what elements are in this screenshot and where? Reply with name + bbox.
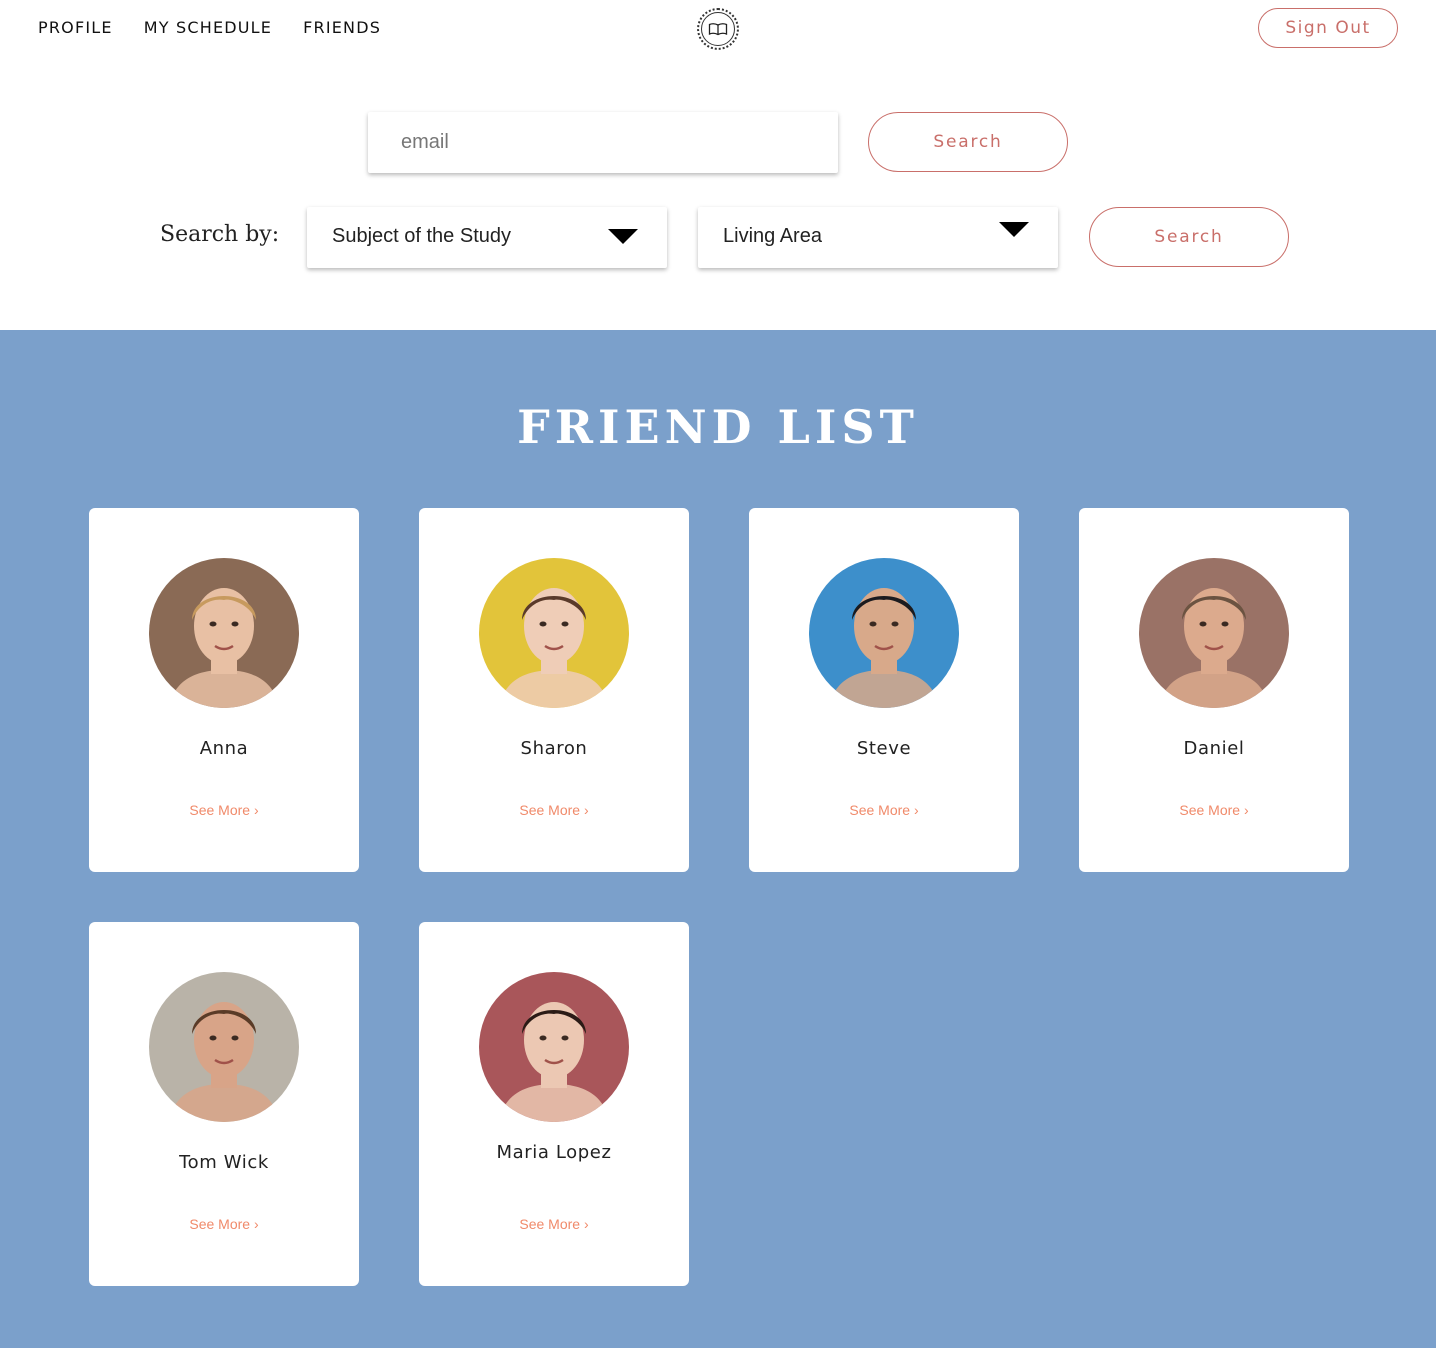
sign-out-button[interactable]: Sign Out (1258, 8, 1398, 48)
nav-friends-link[interactable]: FRIENDS (303, 18, 381, 37)
email-search-button[interactable]: Search (868, 112, 1068, 172)
friend-list-section: FRIEND LIST Anna See More › Sharon See More… (0, 330, 1436, 1348)
caret-down-icon (608, 229, 638, 244)
living-area-select-value: Living Area (723, 225, 822, 247)
friend-card: Sharon See More › (419, 508, 689, 872)
avatar[interactable] (479, 558, 629, 708)
friend-list-title: FRIEND LIST (517, 400, 919, 454)
avatar[interactable] (1139, 558, 1289, 708)
nav-my-schedule-link[interactable]: MY SCHEDULE (144, 18, 272, 37)
see-more-link[interactable]: See More › (89, 1216, 359, 1232)
friend-name: Anna (199, 738, 249, 759)
friend-name: Sharon (520, 738, 588, 759)
friend-name: Tom Wick (179, 1152, 269, 1173)
friend-name: Steve (856, 738, 912, 759)
top-nav: PROFILE MY SCHEDULE FRIENDS Sign Out (0, 0, 1436, 56)
open-book-icon (701, 12, 735, 46)
see-more-link[interactable]: See More › (89, 802, 359, 818)
filter-search-button[interactable]: Search (1089, 207, 1289, 267)
subject-select-value: Subject of the Study (332, 225, 512, 247)
friend-card: Tom Wick See More › (89, 922, 359, 1286)
subject-select[interactable]: Subject of the Study (307, 207, 667, 268)
search-by-label: Search by: (160, 222, 280, 247)
see-more-link[interactable]: See More › (419, 1216, 689, 1232)
friend-card: Anna See More › (89, 508, 359, 872)
avatar[interactable] (809, 558, 959, 708)
see-more-link[interactable]: See More › (419, 802, 689, 818)
friend-name: Daniel (1183, 738, 1245, 759)
email-search-field (368, 112, 838, 173)
avatar[interactable] (479, 972, 629, 1122)
nav-profile-link[interactable]: PROFILE (38, 18, 113, 37)
see-more-link[interactable]: See More › (749, 802, 1019, 818)
caret-down-icon (999, 222, 1029, 237)
avatar[interactable] (149, 558, 299, 708)
living-area-select[interactable]: Living Area (698, 207, 1058, 268)
avatar[interactable] (149, 972, 299, 1122)
see-more-link[interactable]: See More › (1079, 802, 1349, 818)
friend-card: Steve See More › (749, 508, 1019, 872)
nav-links: PROFILE MY SCHEDULE FRIENDS (38, 18, 381, 37)
email-input[interactable] (368, 112, 838, 173)
logo[interactable] (697, 8, 739, 50)
friend-name: Maria Lopez (496, 1142, 612, 1163)
friend-card: Daniel See More › (1079, 508, 1349, 872)
friend-card: Maria Lopez See More › (419, 922, 689, 1286)
